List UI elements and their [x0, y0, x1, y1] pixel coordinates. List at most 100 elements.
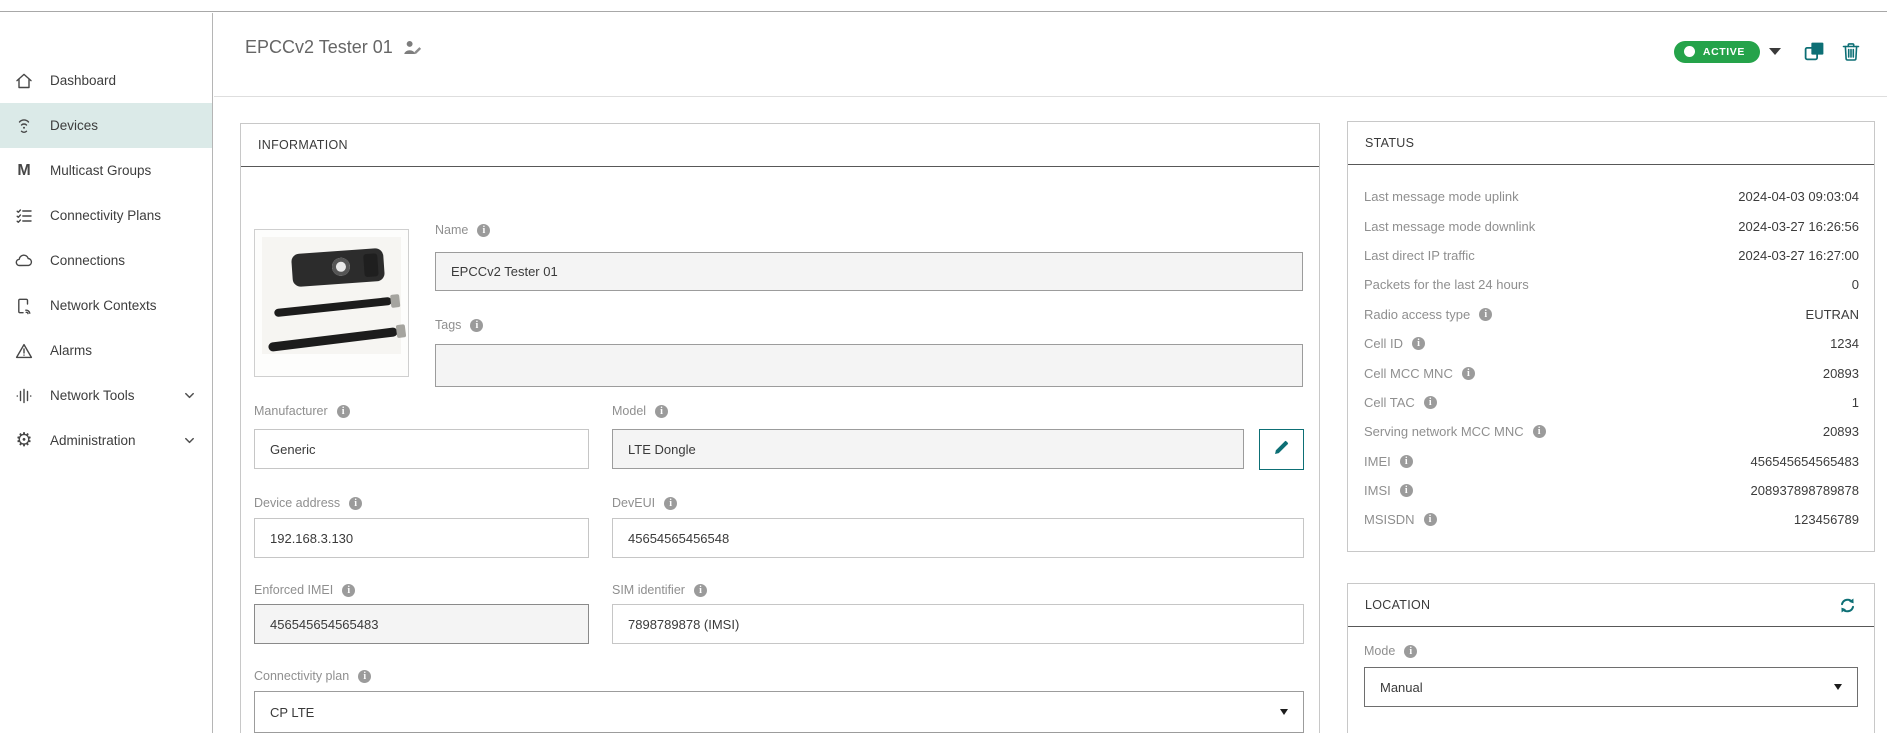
model-input[interactable]: [612, 429, 1244, 469]
sidebar-item-alarms[interactable]: Alarms: [0, 328, 212, 373]
copy-icon[interactable]: [1803, 40, 1826, 63]
sidebar-item-label: Devices: [50, 118, 99, 133]
info-icon[interactable]: [693, 583, 707, 597]
device-photo: [254, 229, 409, 377]
information-panel-header: INFORMATION: [241, 124, 1319, 167]
location-panel: LOCATION Mode Manual: [1347, 583, 1875, 733]
sim-identifier-label: SIM identifier: [612, 583, 707, 597]
info-icon[interactable]: [1423, 513, 1437, 527]
chevron-down-icon: [183, 389, 196, 402]
trash-icon[interactable]: [1840, 40, 1862, 63]
sidebar-item-label: Alarms: [50, 343, 93, 358]
tags-input[interactable]: [435, 344, 1303, 387]
enforced-imei-label: Enforced IMEI: [254, 583, 356, 597]
device-signal-icon: [13, 115, 35, 137]
mode-select[interactable]: Manual: [1364, 667, 1858, 707]
name-input[interactable]: [435, 252, 1303, 291]
status-row: Cell TAC 1: [1364, 388, 1859, 417]
info-icon[interactable]: [336, 404, 350, 418]
lte-dongle-image: [290, 247, 386, 288]
status-row: Radio access type EUTRAN: [1364, 300, 1859, 329]
info-icon[interactable]: [342, 583, 356, 597]
refresh-icon[interactable]: [1838, 596, 1857, 615]
status-panel-header: STATUS: [1348, 122, 1874, 165]
sidebar: Dashboard Devices M Multicast Groups Con…: [0, 13, 213, 733]
device-network-icon: [13, 295, 35, 317]
status-row: Packets for the last 24 hours 0: [1364, 277, 1859, 293]
info-icon[interactable]: [1412, 337, 1426, 351]
gear-icon: ⚙: [15, 429, 33, 451]
status-row: Cell MCC MNC 20893: [1364, 358, 1859, 387]
status-row: IMSI 208937898789878: [1364, 476, 1859, 505]
sidebar-item-dashboard[interactable]: Dashboard: [0, 58, 212, 103]
sidebar-item-multicast-groups[interactable]: M Multicast Groups: [0, 148, 212, 193]
sidebar-item-network-contexts[interactable]: Network Contexts: [0, 283, 212, 328]
antenna-image: [273, 296, 393, 318]
sidebar-item-connectivity-plans[interactable]: Connectivity Plans: [0, 193, 212, 238]
sidebar-item-devices[interactable]: Devices: [0, 103, 212, 148]
info-icon[interactable]: [1399, 484, 1413, 498]
sidebar-item-label: Connectivity Plans: [50, 208, 162, 223]
home-icon: [13, 70, 35, 92]
multicast-m-icon: M: [17, 161, 31, 179]
person-edit-icon[interactable]: [402, 38, 423, 64]
edit-model-button[interactable]: [1259, 429, 1304, 470]
info-icon[interactable]: [664, 496, 678, 510]
sidebar-item-label: Network Contexts: [50, 298, 157, 313]
enforced-imei-input[interactable]: [254, 604, 589, 644]
device-address-input[interactable]: [254, 518, 589, 558]
info-icon[interactable]: [1399, 454, 1413, 468]
cloud-icon: [13, 250, 35, 272]
status-row: Cell ID 1234: [1364, 329, 1859, 358]
deveui-label: DevEUI: [612, 496, 678, 510]
manufacturer-label: Manufacturer: [254, 404, 350, 418]
sim-identifier-input[interactable]: [612, 604, 1304, 644]
sidebar-item-label: Administration: [50, 433, 136, 448]
tags-label: Tags: [435, 318, 484, 332]
page-title: EPCCv2 Tester 01: [245, 37, 423, 64]
status-row: Last direct IP traffic 2024-03-27 16:27:…: [1364, 247, 1859, 263]
name-label: Name: [435, 223, 491, 237]
information-panel: INFORMATION Name Tags Manufacturer Model: [240, 123, 1320, 733]
status-badge[interactable]: ACTIVE: [1673, 40, 1760, 63]
dropdown-caret-icon: [1280, 709, 1288, 715]
sidebar-item-label: Network Tools: [50, 388, 135, 403]
pencil-icon: [1272, 438, 1291, 462]
deveui-input[interactable]: [612, 518, 1304, 558]
info-icon[interactable]: [1423, 395, 1437, 409]
checklist-icon: [13, 205, 35, 227]
sidebar-item-label: Dashboard: [50, 73, 117, 88]
header-actions: ACTIVE: [1673, 40, 1862, 63]
status-row: Serving network MCC MNC 20893: [1364, 417, 1859, 446]
top-chrome-strip: [0, 0, 1887, 12]
connectivity-plan-label: Connectivity plan: [254, 669, 372, 683]
status-row: Last message mode downlink 2024-03-27 16…: [1364, 218, 1859, 234]
sidebar-item-connections[interactable]: Connections: [0, 238, 212, 283]
device-address-label: Device address: [254, 496, 363, 510]
info-icon[interactable]: [655, 404, 669, 418]
connectivity-plan-select[interactable]: CP LTE: [254, 691, 1304, 733]
chevron-down-icon: [183, 434, 196, 447]
warning-triangle-icon: [13, 340, 35, 362]
status-dropdown-caret-icon[interactable]: [1769, 48, 1781, 55]
manufacturer-input[interactable]: [254, 429, 589, 469]
info-icon[interactable]: [358, 669, 372, 683]
location-panel-header: LOCATION: [1365, 598, 1431, 612]
status-row: MSISDN 123456789: [1364, 505, 1859, 534]
sidebar-item-label: Multicast Groups: [50, 163, 152, 178]
equalizer-icon: [13, 385, 35, 407]
status-row: Last message mode uplink 2024-04-03 09:0…: [1364, 189, 1859, 205]
info-icon[interactable]: [1479, 307, 1493, 321]
info-icon[interactable]: [477, 223, 491, 237]
info-icon[interactable]: [1404, 644, 1418, 658]
info-icon[interactable]: [1461, 366, 1475, 380]
sidebar-item-label: Connections: [50, 253, 126, 268]
info-icon[interactable]: [349, 496, 363, 510]
page-header: EPCCv2 Tester 01 ACTIVE: [214, 13, 1887, 97]
info-icon[interactable]: [470, 318, 484, 332]
sidebar-item-network-tools[interactable]: Network Tools: [0, 373, 212, 418]
info-icon[interactable]: [1532, 425, 1546, 439]
antenna-image: [267, 327, 399, 352]
status-panel: STATUS Last message mode uplink 2024-04-…: [1347, 121, 1875, 552]
sidebar-item-administration[interactable]: ⚙ Administration: [0, 418, 212, 463]
